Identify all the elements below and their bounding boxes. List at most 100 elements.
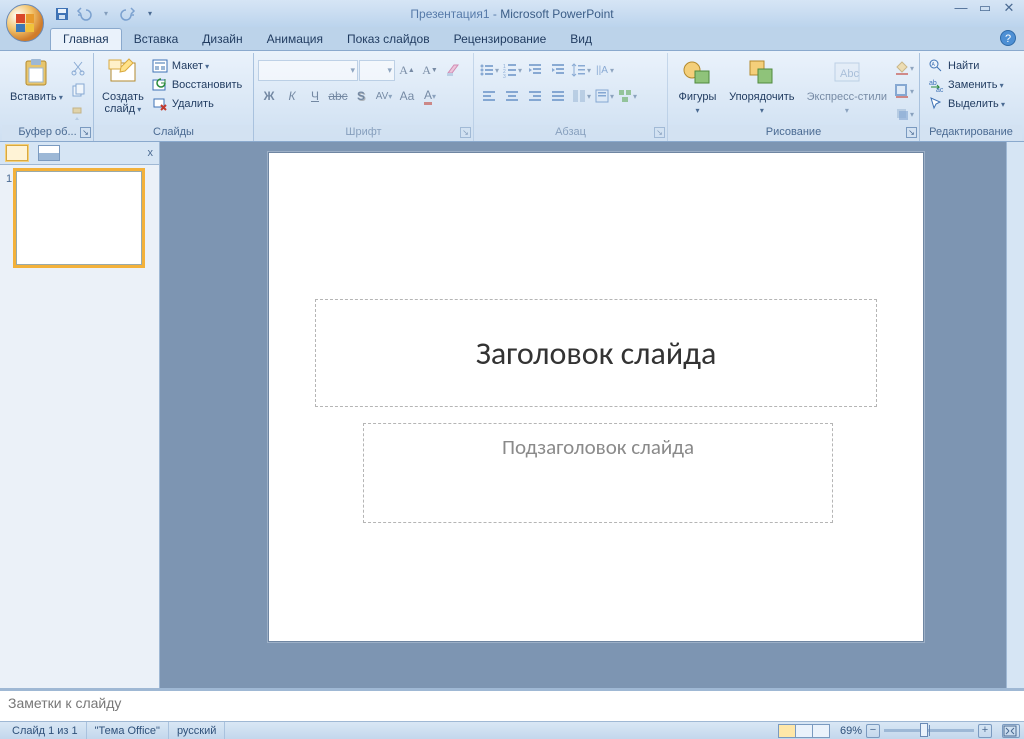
sorter-view-icon[interactable] (795, 724, 813, 738)
decrease-indent-icon[interactable] (524, 59, 546, 81)
font-size-combo[interactable] (359, 60, 395, 81)
undo-icon[interactable] (74, 4, 94, 24)
new-slide-button[interactable]: Создать слайд (98, 55, 148, 118)
bullets-icon[interactable] (478, 59, 500, 81)
underline-icon[interactable]: Ч (304, 85, 326, 107)
reset-button[interactable]: Восстановить (148, 76, 246, 94)
find-button[interactable]: AНайти (924, 57, 1009, 75)
shrink-font-icon[interactable]: A▼ (419, 59, 441, 81)
change-case-icon[interactable]: Aa (396, 85, 418, 107)
redo-icon[interactable] (118, 4, 138, 24)
fit-window-icon[interactable] (1002, 724, 1020, 738)
tab-home[interactable]: Главная (50, 28, 122, 50)
shapes-button[interactable]: Фигуры (672, 55, 723, 119)
tab-insert[interactable]: Вставка (122, 29, 191, 50)
align-center-icon[interactable] (501, 85, 523, 107)
justify-icon[interactable] (547, 85, 569, 107)
align-left-icon[interactable] (478, 85, 500, 107)
svg-text:||A: ||A (596, 65, 608, 76)
font-name-combo[interactable] (258, 60, 358, 81)
status-theme[interactable]: "Тема Office" (87, 722, 169, 739)
delete-button[interactable]: Удалить (148, 95, 246, 113)
help-icon[interactable]: ? (1000, 30, 1016, 46)
drawing-launcher-icon[interactable]: ↘ (906, 127, 917, 138)
slides-tab-icon[interactable] (6, 145, 28, 161)
paragraph-launcher-icon[interactable]: ↘ (654, 127, 665, 138)
zoom-in-icon[interactable]: + (978, 724, 992, 738)
bold-icon[interactable]: Ж (258, 85, 280, 107)
columns-icon[interactable] (570, 85, 592, 107)
title-bar: Презентация1 - Microsoft PowerPoint — ▭ … (0, 0, 1024, 27)
paste-button[interactable]: Вставить (6, 55, 67, 106)
zoom-slider[interactable] (884, 729, 974, 732)
slide-canvas[interactable]: Заголовок слайда Подзаголовок слайда (160, 142, 1006, 688)
align-right-icon[interactable] (524, 85, 546, 107)
tab-slideshow[interactable]: Показ слайдов (335, 29, 442, 50)
qat-customize-icon[interactable] (140, 4, 160, 24)
char-spacing-icon[interactable]: AV (373, 85, 395, 107)
clear-format-icon[interactable] (442, 59, 464, 81)
tab-animation[interactable]: Анимация (255, 29, 335, 50)
tab-view[interactable]: Вид (558, 29, 604, 50)
notes-pane[interactable]: Заметки к слайду (0, 688, 1024, 721)
slideshow-view-icon[interactable] (812, 724, 830, 738)
vertical-scrollbar[interactable] (1006, 142, 1024, 688)
thumbnails-pane: x 1 (0, 142, 160, 688)
cut-icon[interactable] (67, 57, 89, 79)
title-placeholder[interactable]: Заголовок слайда (315, 299, 877, 407)
font-color-icon[interactable]: A (419, 85, 441, 107)
undo-dropdown-icon[interactable] (96, 4, 116, 24)
shape-effects-icon[interactable] (893, 103, 915, 125)
subtitle-placeholder[interactable]: Подзаголовок слайда (363, 423, 833, 523)
outline-tab-icon[interactable] (38, 145, 60, 161)
ribbon: Вставить Буфер об...↘ Создать слайд Маке… (0, 50, 1024, 142)
minimize-button[interactable]: — (952, 2, 970, 16)
maximize-button[interactable]: ▭ (976, 2, 994, 16)
numbering-icon[interactable]: 123 (501, 59, 523, 81)
slide[interactable]: Заголовок слайда Подзаголовок слайда (268, 152, 924, 642)
tab-design[interactable]: Дизайн (190, 29, 254, 50)
smartart-icon[interactable] (616, 85, 638, 107)
svg-text:ab: ab (929, 80, 937, 87)
normal-view-icon[interactable] (778, 724, 796, 738)
svg-text:3: 3 (503, 74, 506, 78)
text-direction-icon[interactable]: ||A (593, 59, 615, 81)
copy-icon[interactable] (67, 80, 89, 102)
office-button[interactable] (6, 4, 44, 42)
zoom-out-icon[interactable]: − (866, 724, 880, 738)
font-launcher-icon[interactable]: ↘ (460, 127, 471, 138)
grow-font-icon[interactable]: A▲ (396, 59, 418, 81)
status-language[interactable]: русский (169, 722, 225, 739)
arrange-button[interactable]: Упорядочить (723, 55, 801, 119)
increase-indent-icon[interactable] (547, 59, 569, 81)
shape-outline-icon[interactable] (893, 80, 915, 102)
clipboard-launcher-icon[interactable]: ↘ (80, 127, 91, 138)
replace-button[interactable]: abacЗаменить (924, 76, 1009, 94)
group-clipboard: Вставить Буфер об...↘ (2, 53, 94, 141)
italic-icon[interactable]: К (281, 85, 303, 107)
group-drawing: Фигуры Упорядочить Abc Экспресс-стили Ри… (668, 53, 920, 141)
group-slides: Создать слайд Макет Восстановить Удалить… (94, 53, 254, 141)
shadow-icon[interactable]: S (350, 85, 372, 107)
align-text-icon[interactable] (593, 85, 615, 107)
format-painter-icon[interactable] (67, 103, 89, 125)
line-spacing-icon[interactable] (570, 59, 592, 81)
quick-styles-button[interactable]: Abc Экспресс-стили (801, 55, 893, 119)
close-button[interactable]: ✕ (1000, 2, 1018, 16)
tab-review[interactable]: Рецензирование (442, 29, 559, 50)
slide-thumbnail[interactable]: 1 (6, 171, 153, 265)
svg-text:Abc: Abc (840, 68, 859, 80)
layout-button[interactable]: Макет (148, 57, 246, 75)
status-slide[interactable]: Слайд 1 из 1 (4, 722, 87, 739)
close-pane-icon[interactable]: x (148, 147, 154, 159)
save-icon[interactable] (52, 4, 72, 24)
select-button[interactable]: Выделить (924, 95, 1009, 113)
workspace: x 1 Заголовок слайда Подзаголовок слайда… (0, 142, 1024, 721)
view-buttons (779, 724, 830, 738)
ribbon-tabs: Главная Вставка Дизайн Анимация Показ сл… (0, 27, 1024, 50)
thumb-number: 1 (6, 171, 12, 265)
strike-icon[interactable]: abc (327, 85, 349, 107)
zoom-value[interactable]: 69% (840, 725, 862, 737)
quick-access-toolbar (52, 4, 160, 24)
shape-fill-icon[interactable] (893, 57, 915, 79)
